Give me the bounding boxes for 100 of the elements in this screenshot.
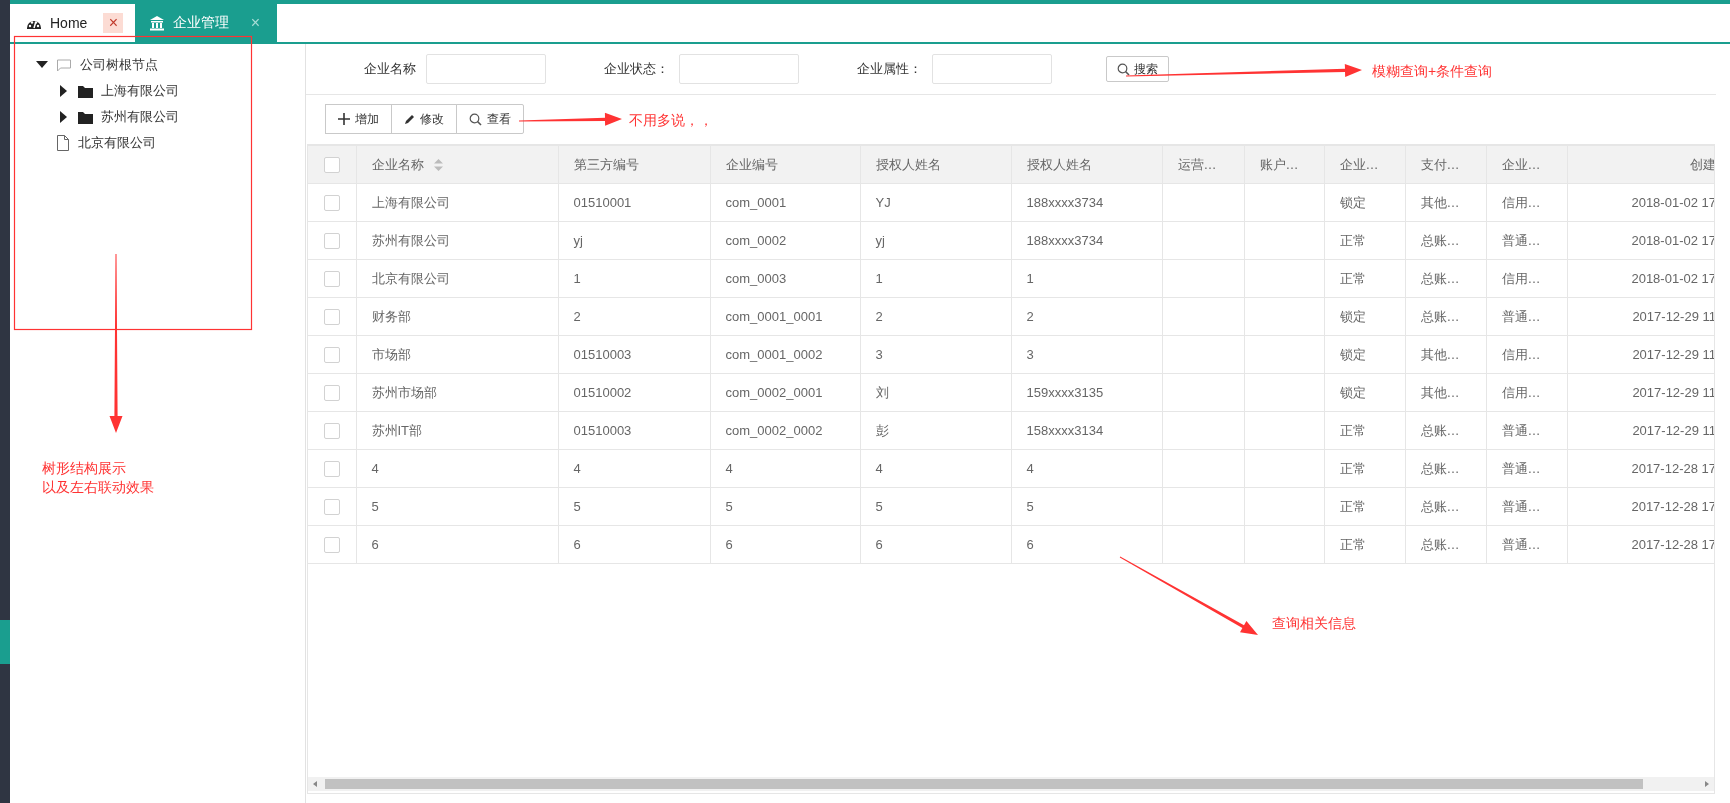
table-cell: 北京有限公司 [371,270,450,286]
table-cell: 正常 [1339,536,1366,552]
table-cell: com_0001_0002 [725,347,823,362]
search-button[interactable]: 搜索 [1106,56,1169,82]
tree-node[interactable]: 公司树根节点 [10,52,305,78]
table-cell: com_0003 [725,271,787,286]
column-header[interactable]: 授权人姓名 [875,156,941,172]
table-cell: 5 [725,499,733,514]
checkbox[interactable] [323,498,340,515]
field-label: 企业属性： [857,60,922,78]
table-cell: 苏州有限公司 [371,232,450,248]
table-cell: 5 [371,499,379,514]
tab[interactable]: 企业管理 × [135,4,278,42]
table-cell: 总账… [1420,498,1460,514]
table-cell: 总账… [1420,308,1460,324]
table-cell: 其他… [1420,346,1460,362]
toolbar-button[interactable]: 增加 [325,104,392,134]
checkbox[interactable] [323,270,340,287]
table-cell: 普通… [1501,460,1541,476]
table-cell: 锁定 [1339,194,1366,210]
table-cell: 4 [371,461,379,476]
table-cell: 01510003 [573,423,632,438]
table-cell: 1 [573,271,581,286]
table-cell: 普通… [1501,498,1541,514]
table-cell: 锁定 [1339,384,1366,400]
table-cell: 01510002 [573,385,632,400]
table-cell: 6 [725,537,733,552]
search-icon [1117,62,1130,76]
table-cell: 158xxxx3134 [1026,423,1104,438]
table-cell: 普通… [1501,422,1541,438]
table-cell: 总账… [1420,536,1460,552]
table-cell: com_0001_0001 [725,309,823,324]
checkbox[interactable] [323,536,340,553]
checkbox[interactable] [323,308,340,325]
input-field[interactable] [932,54,1052,84]
column-header[interactable]: 第三方编号 [573,156,639,172]
table-cell: com_0002 [725,233,787,248]
table-cell: 总账… [1420,232,1460,248]
tree-node[interactable]: 苏州有限公司 [10,104,305,130]
annotation-note: 查询相关信息 [1272,614,1356,633]
close-button[interactable]: × [103,13,124,33]
table-cell: 市场部 [371,346,411,362]
horizontal-scrollbar[interactable] [308,777,1714,791]
checkbox[interactable] [323,232,340,249]
tree-node-label: 公司树根节点 [80,56,158,74]
table-cell: 4 [1026,461,1034,476]
table-cell: 5 [875,499,883,514]
table-cell: yj [573,233,583,248]
bank-icon [149,15,166,31]
checkbox[interactable] [323,384,340,401]
input-field[interactable] [426,54,546,84]
field-label: 企业状态： [604,60,669,78]
tree-node[interactable]: 上海有限公司 [10,78,305,104]
table-cell: 1 [875,271,883,286]
table-cell: 1 [1026,271,1034,286]
table-cell: 4 [725,461,733,476]
table-cell: 188xxxx3734 [1026,233,1104,248]
field-label: 企业名称 [364,60,416,78]
table-cell: 2 [1026,309,1034,324]
table-cell: 3 [1026,347,1034,362]
checkbox[interactable] [323,422,340,439]
input-field[interactable] [679,54,799,84]
toolbar-button[interactable]: 查看 [456,104,524,134]
checkbox[interactable] [323,346,340,363]
search-icon [469,112,482,126]
table-cell: 4 [875,461,883,476]
table-cell: 其他… [1420,194,1460,210]
table-cell: 正常 [1339,460,1366,476]
table-cell: 普通… [1501,308,1541,324]
checkbox[interactable] [323,194,340,211]
column-header[interactable]: 企业编号 [725,156,778,172]
table-cell: 普通… [1501,232,1541,248]
table-cell: 普通… [1501,536,1541,552]
table-cell: 上海有限公司 [371,194,450,210]
table-cell: 信用… [1501,194,1541,210]
table-cell: 6 [371,537,379,552]
tab[interactable]: Home × [12,4,136,42]
table-cell: 财务部 [371,308,411,324]
table-cell: 总账… [1420,460,1460,476]
column-header[interactable]: 企业名称 [371,155,424,174]
tree-node-label: 北京有限公司 [78,134,156,152]
checkbox[interactable] [323,156,340,173]
table-cell: 正常 [1339,422,1366,438]
checkbox[interactable] [323,460,340,477]
table-cell: 总账… [1420,270,1460,286]
tree-node[interactable]: 北京有限公司 [10,130,305,156]
table-cell: 信用… [1501,384,1541,400]
table-cell: 苏州市场部 [371,384,437,400]
table-cell: 刘 [875,384,889,400]
table-cell: 信用… [1501,346,1541,362]
column-header[interactable]: 授权人姓名 [1026,156,1092,172]
table-cell: 正常 [1339,498,1366,514]
plus-icon [338,113,350,125]
table-cell: 01510001 [573,195,632,210]
toolbar-button[interactable]: 修改 [391,104,457,134]
pencil-icon [404,113,415,125]
annotation-note: 以及左右联动效果 [42,478,154,497]
table-cell: YJ [875,195,891,210]
table-cell: 188xxxx3734 [1026,195,1104,210]
table-cell: com_0002_0002 [725,423,823,438]
